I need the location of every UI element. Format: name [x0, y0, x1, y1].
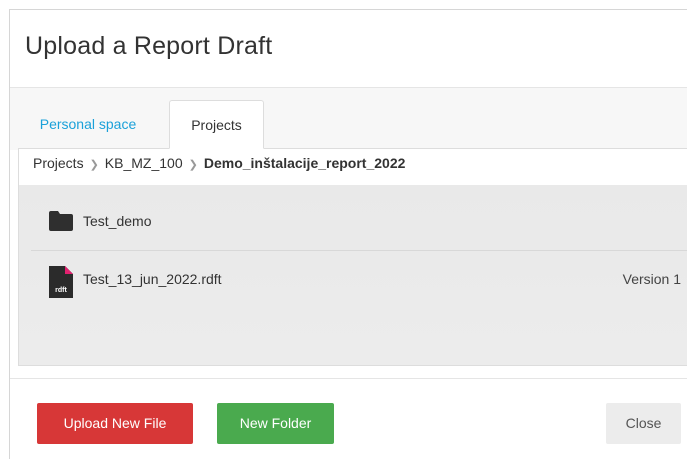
upload-report-draft-dialog: Upload a Report Draft Personal space Pro… — [9, 9, 687, 459]
list-item-file[interactable]: rdft Test_13_jun_2022.rdft Version 1 — [31, 251, 687, 309]
breadcrumb-current-folder: Demo_inštalacije_report_2022 — [203, 155, 406, 171]
file-list: Test_demo rdft Test_13_jun_2022.rdft Ver… — [18, 185, 687, 366]
folder-icon — [49, 211, 73, 234]
footer-divider — [10, 378, 687, 379]
tab-personal-space[interactable]: Personal space — [28, 100, 148, 149]
upload-new-file-button[interactable]: Upload New File — [37, 403, 193, 444]
rdft-file-icon: rdft — [49, 266, 73, 301]
close-button[interactable]: Close — [606, 403, 681, 444]
dialog-title: Upload a Report Draft — [25, 32, 273, 60]
breadcrumb-separator-icon: ❯ — [188, 159, 198, 171]
breadcrumb-projects[interactable]: Projects — [33, 155, 84, 171]
breadcrumb: Projects ❯ KB_MZ_100 ❯ Demo_inštalacije_repo… — [18, 149, 687, 185]
file-icon-label: rdft — [55, 287, 67, 294]
breadcrumb-project[interactable]: KB_MZ_100 — [105, 155, 183, 171]
file-version: Version 1 — [622, 271, 681, 287]
tab-projects[interactable]: Projects — [169, 100, 264, 149]
list-item-folder[interactable]: Test_demo — [31, 193, 687, 251]
folder-name: Test_demo — [83, 213, 152, 229]
new-folder-button[interactable]: New Folder — [217, 403, 334, 444]
breadcrumb-separator-icon: ❯ — [89, 159, 99, 171]
file-name: Test_13_jun_2022.rdft — [83, 271, 222, 287]
